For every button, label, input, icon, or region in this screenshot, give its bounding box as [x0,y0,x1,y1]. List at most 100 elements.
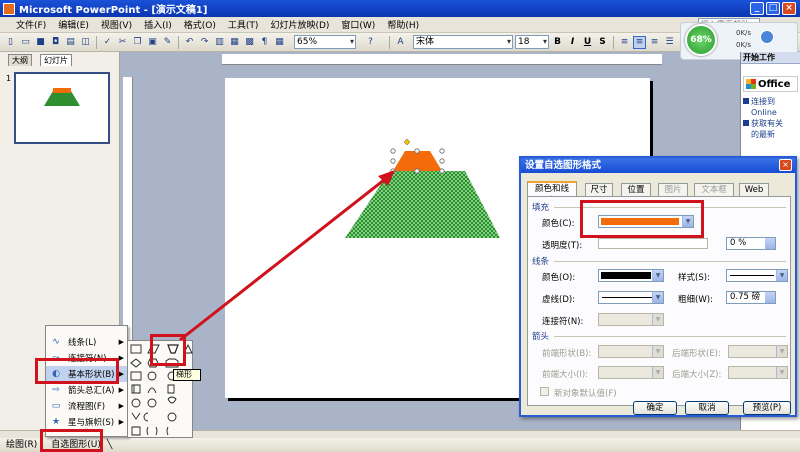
close-button[interactable]: × [782,2,796,15]
menu-item-basic-shapes[interactable]: ◐ 基本形状(B) ▶ [46,366,128,382]
weight-spin[interactable]: 0.75 磅 [726,291,776,304]
tab-picture[interactable]: 图片 [658,183,688,196]
task-link-latest[interactable]: 的最新 [741,129,800,140]
font-select[interactable]: 宋体 [413,35,513,49]
menu-insert[interactable]: 插入(I) [138,18,178,31]
font-color-a-icon[interactable]: A [394,36,407,49]
adjust-handle[interactable] [403,138,411,146]
connector-combo[interactable]: ▼ [598,313,664,326]
copy-icon[interactable]: ❐ [131,36,144,49]
table-icon[interactable]: ▦ [228,36,241,49]
line-style-combo[interactable]: ▼ [726,269,788,282]
preview-icon[interactable]: ◫ [79,36,92,49]
shape-tooltip: 梯形 [173,369,201,381]
expand-icon[interactable]: ▩ [243,36,256,49]
tab-textbox[interactable]: 文本框 [694,183,734,196]
align-right-icon[interactable]: ≡ [648,36,661,49]
show-formatting-icon[interactable]: ¶ [258,36,271,49]
lines-icon: ∿ [52,337,60,347]
permission-icon[interactable]: ◘ [49,36,62,49]
line-style-label: 样式(S): [678,273,710,283]
begin-size-combo[interactable]: ▼ [598,366,664,379]
triangle-shape-icon [183,343,193,354]
orange-top-shape[interactable] [393,151,442,171]
plus-shape-icon [130,371,142,381]
save-icon[interactable]: ■ [34,36,47,49]
transparency-spin[interactable]: 0 % [726,237,776,250]
menu-format[interactable]: 格式(O) [178,18,222,31]
task-link-online[interactable]: Online [741,107,800,118]
menu-item-lines[interactable]: ∿ 线条(L) ▶ [46,334,128,350]
menu-slideshow[interactable]: 幻灯片放映(D) [264,18,335,31]
bold-button[interactable]: B [551,36,564,49]
default-checkbox[interactable] [540,387,549,396]
menu-file[interactable]: 文件(F) [10,18,52,31]
align-left-icon[interactable]: ≡ [618,36,631,49]
grid-icon[interactable]: ▦ [273,36,286,49]
draw-menu[interactable]: 绘图(R) [4,439,39,451]
undo-icon[interactable]: ↶ [183,36,196,49]
dialog-close-button[interactable]: × [779,159,792,171]
italic-button[interactable]: I [566,36,579,49]
cut-icon[interactable]: ✂ [116,36,129,49]
menu-window[interactable]: 窗口(W) [335,18,381,31]
circle-shape-icon [147,371,157,381]
autoshapes-menu-button[interactable]: 自选图形(U) [49,439,103,451]
menu-help[interactable]: 帮助(H) [381,18,425,31]
paste-icon[interactable]: ▣ [146,36,159,49]
new-icon[interactable]: ▯ [4,36,17,49]
ok-button[interactable]: 确定 [633,401,677,415]
end-style-combo[interactable]: ▼ [728,345,788,358]
dash-combo[interactable]: ▼ [598,291,664,304]
trapezoid-shape-icon [167,344,179,354]
tab-colors-lines[interactable]: 颜色和线条 [527,181,577,206]
tab-outline[interactable]: 大纲 [8,54,32,66]
font-size-select[interactable]: 18 [515,35,549,49]
menu-item-flowchart[interactable]: ▭ 流程图(F) ▶ [46,398,128,414]
basic-shapes-icon: ◐ [52,369,60,379]
align-center-icon[interactable]: ≡ [633,35,646,49]
end-size-label: 后端大小(Z): [672,370,722,380]
redo-icon[interactable]: ↷ [198,36,211,49]
underline-button[interactable]: U [581,36,594,49]
preview-button[interactable]: 预览(P) [743,401,791,415]
download-speed: 0K/s [736,41,752,49]
menu-more-chevron[interactable]: » [46,426,128,436]
task-pane-title: 开始工作 [741,52,800,64]
task-link-news[interactable]: 获取有关 [741,118,800,129]
numbering-icon[interactable]: ☰ [663,36,676,49]
line-tool-icon[interactable]: ╲ [105,439,114,451]
spelling-icon[interactable]: ✓ [101,36,114,49]
menu-item-basic-shapes-label: 基本形状(B) [68,370,115,380]
transparency-slider[interactable] [598,238,708,249]
autoshapes-menu: ∿ 线条(L) ▶ ⤳ 连接符(N) ▶ ◐ 基本形状(B) ▶ ⇨ 箭头总汇(A) ▶… [45,325,128,437]
menu-tools[interactable]: 工具(T) [222,18,265,31]
fill-color-combo[interactable]: ▼ [598,215,694,228]
task-link-connect-label: 连接到 [751,97,775,106]
slide-thumbnail[interactable] [14,72,110,144]
end-size-combo[interactable]: ▼ [728,366,788,379]
tab-web[interactable]: Web [739,183,769,196]
menu-item-block-arrows[interactable]: ⇨ 箭头总汇(A) ▶ [46,382,128,398]
tab-slides[interactable]: 幻灯片 [40,54,72,66]
begin-style-combo[interactable]: ▼ [598,345,664,358]
task-link-connect[interactable]: 连接到 [741,96,800,107]
open-icon[interactable]: ▭ [19,36,32,49]
shadow-button[interactable]: S [596,36,609,49]
help-icon[interactable]: ? [364,36,377,49]
print-icon[interactable]: ▤ [64,36,77,49]
maximize-button[interactable]: □ [766,2,780,15]
menu-edit[interactable]: 编辑(E) [52,18,95,31]
cancel-button[interactable]: 取消 [685,401,729,415]
trapezoid-shape[interactable] [345,171,500,238]
format-painter-icon[interactable]: ✎ [161,36,174,49]
chart-icon[interactable]: ▥ [213,36,226,49]
menu-item-block-arrows-label: 箭头总汇(A) [68,386,115,396]
tab-position[interactable]: 位置 [621,183,651,196]
menu-view[interactable]: 视图(V) [95,18,138,31]
line-color-combo[interactable]: ▼ [598,269,664,282]
tab-size[interactable]: 尺寸 [585,183,613,196]
menu-item-connectors[interactable]: ⤳ 连接符(N) ▶ [46,350,128,366]
minimize-button[interactable]: _ [750,2,764,15]
zoom-select[interactable]: 65% [294,35,356,49]
